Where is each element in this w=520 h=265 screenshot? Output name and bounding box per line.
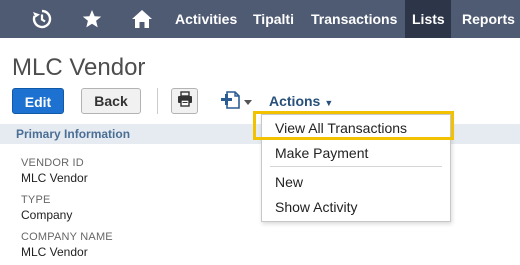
menu-item-show-activity[interactable]: Show Activity — [275, 199, 357, 215]
type-value: Company — [21, 208, 73, 222]
vendor-id-value: MLC Vendor — [21, 171, 88, 185]
star-icon[interactable] — [78, 0, 106, 38]
nav-tipalti[interactable]: Tipalti — [246, 0, 301, 38]
menu-item-make-payment[interactable]: Make Payment — [275, 145, 368, 161]
recent-history-icon[interactable] — [28, 0, 56, 38]
highlight-box — [253, 111, 454, 140]
nav-reports[interactable]: Reports — [455, 0, 520, 38]
section-title: Primary Information — [16, 127, 131, 141]
toolbar-divider — [157, 88, 158, 114]
nav-lists[interactable]: Lists — [405, 0, 451, 38]
nav-activities[interactable]: Activities — [168, 0, 244, 38]
vendor-id-label: VENDOR ID — [21, 157, 84, 169]
print-icon — [177, 90, 193, 112]
home-icon[interactable] — [128, 0, 156, 38]
actions-label: Actions — [269, 93, 321, 109]
chevron-down-icon — [244, 93, 252, 111]
company-name-value: MLC Vendor — [21, 245, 88, 259]
company-name-label: COMPANY NAME — [21, 231, 113, 243]
back-button[interactable]: Back — [81, 88, 141, 114]
top-navigation-bar: Activities Tipalti Transactions Lists Re… — [0, 0, 520, 38]
edit-button[interactable]: Edit — [12, 88, 64, 114]
actions-menu-button[interactable]: Actions ▼ — [259, 90, 346, 112]
menu-item-new[interactable]: New — [275, 174, 303, 190]
new-document-menu[interactable] — [220, 90, 254, 114]
nav-transactions[interactable]: Transactions — [304, 0, 404, 38]
print-button[interactable] — [171, 88, 198, 114]
menu-divider — [270, 166, 442, 167]
chevron-down-icon: ▼ — [324, 98, 334, 108]
new-document-icon — [220, 89, 242, 116]
type-label: TYPE — [21, 194, 51, 206]
page-title: MLC Vendor — [12, 54, 146, 81]
